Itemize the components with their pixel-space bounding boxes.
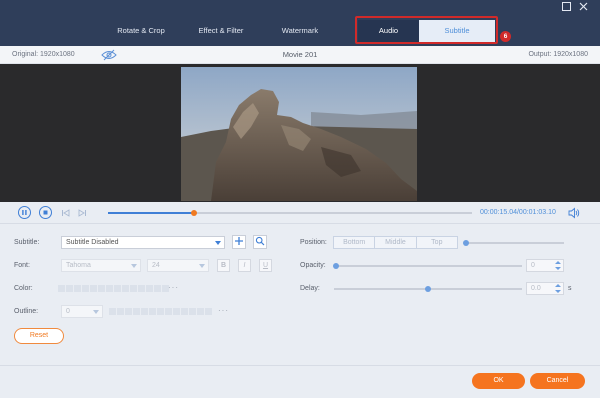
- italic-button[interactable]: I: [238, 259, 251, 272]
- plus-icon: [235, 237, 243, 245]
- outline-select-value: 0: [66, 308, 70, 315]
- time-readout: 00:00:15.04/00:01:03.10: [480, 209, 556, 216]
- tab-watermark[interactable]: Watermark: [270, 20, 330, 42]
- spinner-icon[interactable]: [555, 284, 561, 293]
- output-resolution: Output: 1920x1080: [528, 51, 588, 58]
- add-subtitle-button[interactable]: [232, 235, 246, 249]
- delay-label: Delay:: [300, 285, 320, 292]
- footer-bar: OK Cancel: [0, 365, 600, 398]
- preview-area: [0, 64, 600, 202]
- maximize-icon[interactable]: [560, 2, 573, 15]
- font-size-select[interactable]: 24: [147, 259, 209, 272]
- subtitle-select-value: Subtitle Disabled: [66, 239, 119, 246]
- outline-select[interactable]: 0: [61, 305, 103, 318]
- highlight-box: [355, 16, 498, 44]
- subtitle-label: Subtitle:: [14, 239, 40, 246]
- delay-input[interactable]: 0.0: [526, 282, 564, 295]
- position-slider-handle[interactable]: [463, 240, 469, 246]
- ok-button[interactable]: OK: [472, 373, 525, 389]
- tab-effect-filter[interactable]: Effect & Filter: [190, 20, 252, 42]
- pause-button[interactable]: [18, 206, 31, 219]
- step-badge: 6: [500, 31, 511, 42]
- delay-slider[interactable]: [334, 286, 522, 292]
- font-select[interactable]: Tahoma: [61, 259, 141, 272]
- stop-button[interactable]: [39, 206, 52, 219]
- reset-button[interactable]: Reset: [14, 328, 64, 344]
- font-size-value: 24: [152, 262, 160, 269]
- timeline-slider[interactable]: [108, 210, 472, 216]
- tab-rotate-crop[interactable]: Rotate & Crop: [108, 20, 174, 42]
- delay-value: 0.0: [531, 285, 541, 292]
- bold-button[interactable]: B: [217, 259, 230, 272]
- cancel-button[interactable]: Cancel: [530, 373, 585, 389]
- spinner-icon[interactable]: [555, 261, 561, 270]
- position-slider[interactable]: [463, 240, 564, 246]
- info-row: Original: 1920x1080 Movie 201 Output: 19…: [0, 46, 600, 64]
- position-middle[interactable]: Middle: [375, 237, 417, 248]
- font-select-value: Tahoma: [66, 262, 91, 269]
- opacity-slider[interactable]: [333, 263, 522, 269]
- chevron-down-icon: [199, 264, 205, 268]
- more-outline-colors-button[interactable]: ···: [218, 306, 229, 315]
- chevron-down-icon: [215, 241, 221, 245]
- opacity-value: 0: [531, 262, 535, 269]
- color-label: Color:: [14, 285, 33, 292]
- timeline-progress: [108, 212, 194, 214]
- underline-button[interactable]: U: [259, 259, 272, 272]
- position-segmented: Bottom Middle Top: [333, 236, 458, 249]
- video-frame: [181, 67, 417, 201]
- next-frame-icon[interactable]: [77, 208, 87, 218]
- position-label: Position:: [300, 239, 327, 246]
- timeline-handle[interactable]: [190, 210, 197, 216]
- previous-frame-icon[interactable]: [61, 208, 71, 218]
- opacity-input[interactable]: 0: [526, 259, 564, 272]
- chevron-down-icon: [93, 310, 99, 314]
- delay-unit: s: [568, 285, 572, 292]
- outline-swatches[interactable]: [109, 308, 213, 316]
- position-bottom[interactable]: Bottom: [334, 237, 376, 248]
- font-label: Font:: [14, 262, 30, 269]
- search-icon: [255, 236, 265, 246]
- playback-bar: 00:00:15.04/00:01:03.10: [0, 202, 600, 224]
- opacity-label: Opacity:: [300, 262, 326, 269]
- close-icon[interactable]: [577, 2, 590, 15]
- delay-slider-handle[interactable]: [425, 286, 431, 292]
- position-top[interactable]: Top: [417, 237, 457, 248]
- opacity-slider-handle[interactable]: [333, 263, 339, 269]
- more-colors-button[interactable]: ···: [168, 283, 179, 292]
- search-subtitle-button[interactable]: [253, 235, 267, 249]
- subtitle-select[interactable]: Subtitle Disabled: [61, 236, 225, 249]
- chevron-down-icon: [131, 264, 137, 268]
- color-swatches[interactable]: [58, 285, 170, 293]
- volume-icon[interactable]: [568, 207, 580, 219]
- outline-label: Outline:: [14, 308, 39, 315]
- video-title: Movie 201: [282, 50, 318, 59]
